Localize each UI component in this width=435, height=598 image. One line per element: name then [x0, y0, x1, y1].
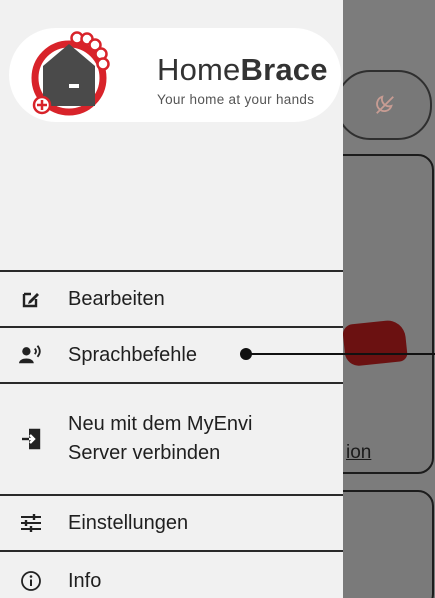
menu-item-info[interactable]: Info [0, 552, 343, 598]
menu-item-connect-server[interactable]: Neu mit dem MyEnvi Server verbinden [0, 384, 343, 494]
login-icon [19, 427, 43, 451]
drawer-menu: Bearbeiten Sprachbefehle Neu mit dem MyE… [0, 270, 343, 598]
edit-icon [19, 287, 43, 311]
brand-name: HomeBrace [157, 52, 328, 87]
background-link[interactable]: ion [346, 442, 371, 464]
navigation-drawer: HomeBrace Your home at your hands Bearbe… [0, 0, 343, 598]
menu-item-label: Neu mit dem MyEnvi Server verbinden [68, 413, 253, 464]
menu-item-label: Einstellungen [68, 512, 189, 534]
night-mode-icon [376, 95, 394, 114]
menu-item-label: Bearbeiten [68, 288, 165, 310]
brand-tagline: Your home at your hands [157, 92, 315, 107]
device-graphic [341, 318, 409, 368]
homebrace-logo-icon [31, 31, 110, 116]
menu-item-settings[interactable]: Einstellungen [0, 496, 343, 550]
callout-dot [240, 348, 252, 360]
menu-item-label: Info [68, 570, 102, 592]
menu-item-edit[interactable]: Bearbeiten [0, 272, 343, 326]
menu-item-voice-commands[interactable]: Sprachbefehle [0, 328, 343, 382]
menu-item-label: Sprachbefehle [68, 344, 197, 366]
sliders-icon [19, 511, 43, 535]
voice-command-icon [19, 343, 43, 367]
logo-banner: HomeBrace Your home at your hands [9, 28, 341, 122]
info-icon [19, 569, 43, 593]
callout-line [246, 353, 435, 355]
mode-toggle[interactable] [336, 70, 432, 140]
